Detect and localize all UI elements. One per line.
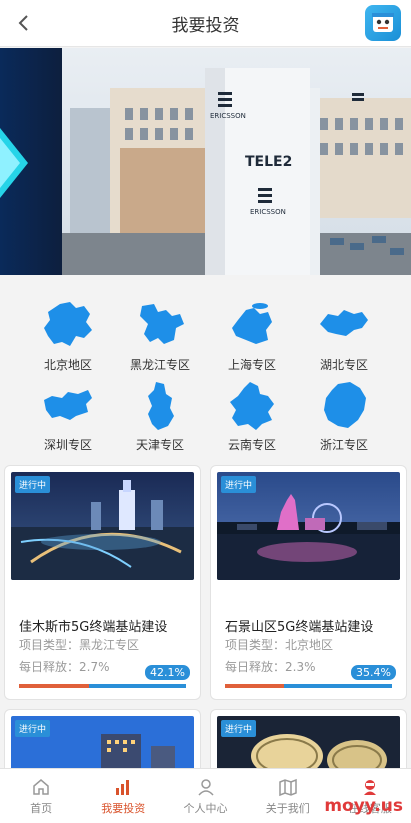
status-badge: 进行中 xyxy=(15,720,51,737)
chart-icon xyxy=(116,779,130,795)
status-badge: 进行中 xyxy=(221,720,257,737)
tab-label: 个人中心 xyxy=(183,801,228,815)
region-label: 黑龙江专区 xyxy=(129,358,190,372)
heilongjiang-map-icon xyxy=(140,304,184,344)
region-item-heilongjiang[interactable]: 黑龙江专区 xyxy=(114,300,206,380)
progress-percent: 42.1% xyxy=(144,664,191,681)
support-agent-icon xyxy=(372,13,394,32)
person-icon xyxy=(197,778,214,796)
status-badge: 进行中 xyxy=(221,476,257,493)
watermark-text: moyy.us xyxy=(324,796,403,816)
region-item-beijing[interactable]: 北京地区 xyxy=(22,300,114,380)
tab-profile[interactable]: 个人中心 xyxy=(164,769,246,823)
region-label: 云南专区 xyxy=(227,438,276,452)
region-item-tianjin[interactable]: 天津专区 xyxy=(114,380,206,460)
tianjin-map-icon xyxy=(148,382,174,430)
banner-ericsson-top: ERICSSON xyxy=(210,112,246,120)
tab-invest[interactable]: 我要投资 xyxy=(82,769,164,823)
project-daily-release: 每日释放：2.3% xyxy=(225,660,316,674)
project-type: 项目类型：北京地区 xyxy=(225,638,334,652)
region-item-shenzhen[interactable]: 深圳专区 xyxy=(22,380,114,460)
shenzhen-map-icon xyxy=(44,390,92,420)
region-item-zhejiang[interactable]: 浙江专区 xyxy=(298,380,390,460)
region-label: 浙江专区 xyxy=(319,438,368,452)
region-label: 深圳专区 xyxy=(43,438,92,452)
banner-ericsson-bottom: ERICSSON xyxy=(250,208,286,216)
banner-tele2: TELE2 xyxy=(245,154,292,170)
progress-bar xyxy=(225,684,392,688)
tab-about[interactable]: 关于我们 xyxy=(247,769,329,823)
support-icon xyxy=(363,779,376,795)
project-title: 佳木斯市5G终端基站建设 xyxy=(19,620,168,635)
tab-label: 我要投资 xyxy=(101,801,146,815)
promo-banner[interactable]: ERICSSON TELE2 ERICSSON xyxy=(0,48,411,275)
beijing-map-icon xyxy=(44,302,92,346)
home-icon xyxy=(33,778,49,795)
region-label: 天津专区 xyxy=(135,438,184,452)
project-card-jiamusi[interactable]: 进行中 佳木斯市5G终端基站建设 项目类型：黑龙江专区 每日释放：2.7% 42… xyxy=(4,465,201,700)
region-item-shanghai[interactable]: 上海专区 xyxy=(206,300,298,380)
tab-home[interactable]: 首页 xyxy=(0,769,82,823)
progress-fill xyxy=(225,684,285,688)
customer-service-button[interactable] xyxy=(365,5,401,41)
region-label: 湖北专区 xyxy=(319,358,368,372)
region-grid: 北京地区 黑龙江专区 上海专区 湖北专区 深圳专区 天津专区 云南专区 浙江专区 xyxy=(0,285,411,457)
region-item-hubei[interactable]: 湖北专区 xyxy=(298,300,390,380)
yunnan-map-icon xyxy=(230,382,274,430)
banner-image: ERICSSON TELE2 ERICSSON xyxy=(0,48,411,275)
project-image: 进行中 xyxy=(217,472,400,580)
region-label: 北京地区 xyxy=(43,358,92,372)
zhejiang-map-icon xyxy=(324,382,366,428)
header-bar: 我要投资 xyxy=(0,0,411,47)
region-item-yunnan[interactable]: 云南专区 xyxy=(206,380,298,460)
map-icon xyxy=(278,778,297,796)
region-label: 上海专区 xyxy=(227,358,276,372)
progress-bar xyxy=(19,684,186,688)
project-title: 石景山区5G终端基站建设 xyxy=(225,620,374,635)
chevron-left-icon xyxy=(18,15,28,31)
shanghai-map-icon xyxy=(232,303,272,344)
progress-fill xyxy=(19,684,90,688)
project-image: 进行中 xyxy=(11,472,194,580)
back-button[interactable] xyxy=(10,9,38,37)
tab-label: 关于我们 xyxy=(265,801,310,815)
progress-percent: 35.4% xyxy=(350,664,397,681)
project-daily-release: 每日释放：2.7% xyxy=(19,660,110,674)
page-title: 我要投资 xyxy=(171,15,240,36)
project-card-shijingshan[interactable]: 进行中 石景山区5G终端基站建设 项目类型：北京地区 每日释放：2.3% 35.… xyxy=(210,465,407,700)
hubei-map-icon xyxy=(320,310,368,336)
project-type: 项目类型：黑龙江专区 xyxy=(19,638,140,652)
status-badge: 进行中 xyxy=(15,476,51,493)
tab-label: 首页 xyxy=(30,801,53,815)
